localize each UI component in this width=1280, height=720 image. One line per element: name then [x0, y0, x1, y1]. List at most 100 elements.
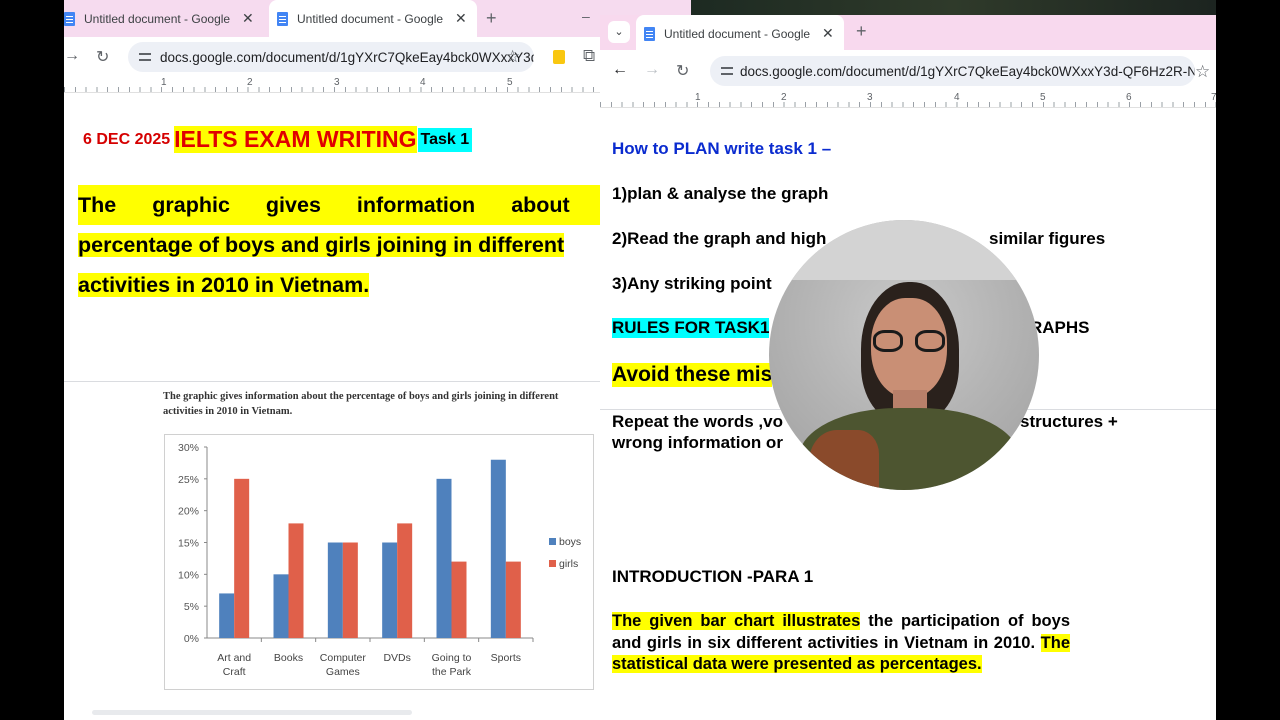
x-tick-label: DVDs: [383, 652, 410, 664]
address-bar[interactable]: docs.google.com/document/d/1gYXrC7QkeEay…: [128, 42, 534, 72]
bookmark-star-icon[interactable]: ☆: [505, 47, 520, 67]
bar-boys: [436, 478, 452, 638]
x-tick-label: Art and Craft: [217, 652, 251, 678]
y-tick-label: 25%: [178, 474, 199, 486]
right-tab[interactable]: Untitled document - Google Docs ✕: [636, 15, 844, 52]
legend-label-girls: girls: [559, 558, 578, 570]
prompt-text: activities in 2010 in Vietnam.: [78, 273, 370, 297]
horizontal-ruler[interactable]: 1 2 3 4 5: [64, 77, 691, 93]
close-icon[interactable]: ✕: [242, 10, 254, 27]
intro-highlight-1: The given bar chart illustrates: [612, 612, 861, 630]
prompt-line-2: percentage of boys and girls joining in …: [78, 225, 598, 265]
bar-boys: [382, 542, 398, 638]
prompt-word: gives: [265, 193, 321, 217]
step-3: 3)Any striking point: [612, 274, 772, 293]
step-1: 1)plan & analyse the graph: [612, 184, 829, 203]
task-prompt: The graphic gives information about the …: [78, 185, 638, 305]
task-badge: Task 1: [417, 127, 473, 152]
ruler-number: 5: [1040, 92, 1046, 103]
back-icon[interactable]: ←: [612, 61, 628, 79]
ruler-number: 6: [1126, 92, 1132, 103]
glasses-icon: [873, 330, 903, 352]
chart-caption: The graphic gives information about the …: [163, 391, 559, 417]
extensions-icon[interactable]: ⧉: [583, 46, 595, 66]
y-tick-label: 15%: [178, 538, 199, 550]
y-tick-label: 10%: [178, 569, 199, 581]
tab-title: Untitled document - Google Docs: [84, 11, 232, 26]
ruler-number: 4: [420, 77, 426, 88]
bar-girls: [288, 523, 304, 638]
avoid-heading: Avoid these mis: [612, 363, 773, 387]
new-tab-icon[interactable]: +: [486, 8, 497, 29]
bar-girls: [234, 478, 250, 638]
legend-label-boys: boys: [559, 536, 581, 548]
left-toolbar: → ↻ docs.google.com/document/d/1gYXrC7Qk…: [64, 37, 691, 77]
rules-heading: RULES FOR TASK1: [612, 318, 770, 338]
bar-girls: [451, 561, 467, 638]
chart-image[interactable]: The graphic gives information about the …: [150, 384, 600, 714]
ruler-number: 1: [161, 77, 167, 88]
horizontal-scrollbar[interactable]: [92, 710, 412, 715]
y-tick-label: 5%: [184, 601, 199, 613]
site-settings-icon[interactable]: [720, 64, 734, 78]
title-line: 6 DEC 2025 IELTS EXAM WRITING Task 1: [83, 126, 473, 153]
left-tab-strip: Untitled document - Google Docs ✕ Untitl…: [64, 0, 691, 37]
forward-icon[interactable]: →: [644, 61, 660, 79]
tab-title: Untitled document - Google Docs: [297, 11, 445, 26]
left-document-page[interactable]: 6 DEC 2025 IELTS EXAM WRITING Task 1 The…: [64, 93, 691, 720]
ruler-number: 1: [695, 92, 701, 103]
glasses-icon: [915, 330, 945, 352]
ruler-number: 4: [954, 92, 960, 103]
x-tick-label: Books: [274, 652, 303, 664]
left-tab-2[interactable]: Untitled document - Google Docs ✕: [269, 0, 477, 37]
extension-icon[interactable]: [553, 50, 565, 64]
ruler-number: 2: [247, 77, 253, 88]
prompt-text: percentage of boys and girls joining in …: [78, 233, 565, 257]
forward-icon[interactable]: →: [64, 47, 80, 65]
plan-heading: How to PLAN write task 1 –: [612, 139, 832, 158]
prompt-line-3: activities in 2010 in Vietnam.: [78, 265, 598, 305]
new-tab-icon[interactable]: +: [856, 21, 867, 42]
intro-paragraph: The given bar chart illustrates the part…: [612, 611, 1070, 676]
tab-title: Untitled document - Google Docs: [664, 26, 812, 41]
tab-search-icon[interactable]: ⌄: [608, 21, 630, 43]
page-break: [64, 381, 691, 382]
rules-heading-end: RAPHS: [1030, 318, 1090, 337]
reload-icon[interactable]: ↻: [676, 61, 689, 81]
screen-edge: [1216, 0, 1280, 720]
bar-girls: [342, 542, 358, 638]
bookmark-star-icon[interactable]: ☆: [1195, 62, 1210, 82]
close-icon[interactable]: ✕: [822, 25, 834, 42]
bar-boys: [490, 459, 506, 638]
prompt-line-1: The graphic gives information about the: [78, 185, 638, 225]
desktop-background: [691, 0, 1216, 15]
x-tick-label: Sports: [491, 652, 521, 664]
url-text: docs.google.com/document/d/1gYXrC7QkeEay…: [160, 49, 534, 65]
site-settings-icon[interactable]: [138, 50, 152, 64]
prompt-word: The: [78, 193, 117, 217]
minimize-icon[interactable]: –: [582, 8, 590, 24]
mistakes-text-start: Repeat the words ,vo: [612, 412, 783, 431]
bar-boys: [327, 542, 343, 638]
left-browser-window: Untitled document - Google Docs ✕ Untitl…: [64, 0, 691, 720]
bar-boys: [219, 593, 235, 638]
right-tab-strip: ⌄ Untitled document - Google Docs ✕ +: [600, 15, 1216, 52]
intro-heading: INTRODUCTION -PARA 1: [612, 567, 814, 586]
horizontal-ruler[interactable]: 1 2 3 4 5 6 7: [600, 92, 1216, 108]
presenter-clothing-border: [809, 430, 879, 490]
y-tick-label: 20%: [178, 506, 199, 518]
y-tick-label: 30%: [178, 442, 199, 454]
prompt-word: information: [356, 193, 476, 217]
reload-icon[interactable]: ↻: [96, 47, 109, 67]
prompt-word: about: [511, 193, 570, 217]
left-tab-1[interactable]: Untitled document - Google Docs ✕: [64, 0, 269, 37]
docs-icon: [277, 11, 288, 26]
ruler-number: 2: [781, 92, 787, 103]
ruler-number: 5: [507, 77, 513, 88]
ruler-ticks: [64, 87, 691, 92]
docs-icon: [644, 26, 655, 41]
docs-icon: [64, 11, 75, 26]
bar-girls: [505, 561, 521, 638]
close-icon[interactable]: ✕: [455, 10, 467, 27]
address-bar[interactable]: docs.google.com/document/d/1gYXrC7QkeEay…: [710, 56, 1195, 86]
